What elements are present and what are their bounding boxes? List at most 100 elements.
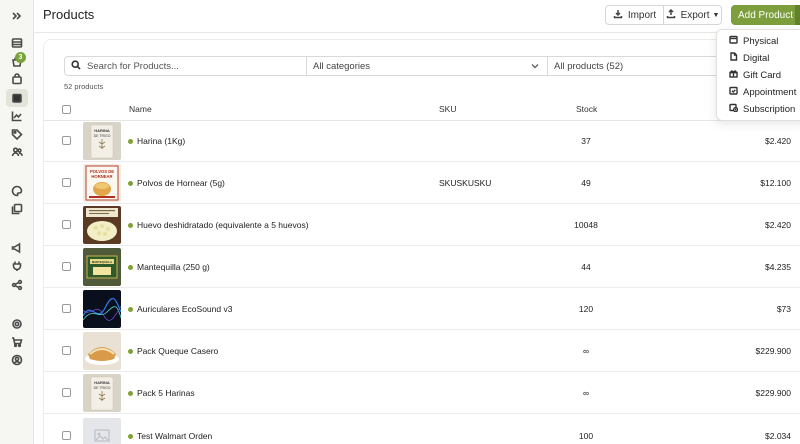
menu-item-subscription[interactable]: Subscription [729,102,795,116]
table-row[interactable]: Test Walmart Orden 100 $2.034 [43,414,800,444]
menu-item-label: Appointment [743,86,797,98]
menu-item-label: Gift Card [743,69,782,81]
product-price: $12.100 [760,178,791,188]
analytics-icon[interactable] [6,107,28,125]
row-checkbox[interactable] [62,178,71,187]
category-select[interactable]: All categories [306,56,548,76]
menu-item-physical[interactable]: Physical [729,34,778,48]
plug-icon[interactable] [6,257,28,275]
product-stock: ∞ [582,346,590,356]
search-icon [71,57,81,75]
product-name[interactable]: Test Walmart Orden [137,431,212,441]
add-product-button[interactable]: Add Product [731,5,800,25]
palette-icon[interactable] [6,182,28,200]
product-name[interactable]: Auriculares EcoSound v3 [137,304,232,314]
product-thumbnail[interactable] [83,206,121,244]
status-dot [128,181,133,186]
product-sku: SKUSKUSKU [439,178,492,188]
add-product-split[interactable] [795,5,800,25]
product-thumbnail[interactable]: HARINA DE TRIGO [83,122,121,160]
product-thumbnail[interactable] [83,290,121,328]
expand-icon[interactable] [6,7,28,25]
row-checkbox[interactable] [62,220,71,229]
bag-icon[interactable] [6,70,28,88]
product-thumbnail[interactable] [83,332,121,370]
product-name[interactable]: Polvos de Hornear (5g) [137,178,225,188]
mantequilla-label: MANTEQUILLA [92,260,112,264]
export-icon [666,8,676,22]
menu-item-appointment[interactable]: Appointment [729,85,796,99]
calendar-clock-icon [729,103,739,115]
row-checkbox[interactable] [62,304,71,313]
tag-icon[interactable] [6,125,28,143]
status-dot [128,434,133,439]
account-icon[interactable] [6,351,28,369]
add-product-menu: Physical Digital Gift Card Appointment S… [716,29,800,121]
search-box[interactable] [64,56,308,76]
product-thumbnail[interactable]: MANTEQUILLA [83,248,121,286]
product-thumbnail[interactable] [83,418,121,444]
import-icon [613,9,623,22]
column-header-stock[interactable]: Stock [576,104,597,114]
table-row[interactable]: POLVOS DE HORNEAR Polvos de Hornear (5g)… [43,162,800,204]
product-price: $4.235 [765,262,791,272]
select-all-checkbox[interactable] [62,105,71,114]
header-divider [34,32,800,33]
status-dot [128,307,133,312]
row-checkbox[interactable] [62,262,71,271]
pages-icon[interactable] [6,200,28,218]
chevron-down-icon: ▼ [712,11,720,19]
product-name[interactable]: Huevo deshidratado (equivalente a 5 huev… [137,220,309,230]
import-export-group: Import Export ▼ [605,5,722,25]
settings-icon[interactable] [6,315,28,333]
product-price: $229.900 [755,388,791,398]
status-dot [128,139,133,144]
table-row[interactable]: Pack Queque Casero ∞ $229.900 [43,330,800,372]
column-header-name[interactable]: Name [129,104,152,114]
export-label: Export [680,9,710,21]
table-row[interactable]: HARINA DE TRIGO Harina (1Kg) 37 $2.420 [43,120,800,162]
product-price: $2.420 [765,220,791,230]
product-name[interactable]: Mantequilla (250 g) [137,262,210,272]
product-stock: 120 [578,304,594,314]
column-header-sku[interactable]: SKU [439,104,456,114]
product-name[interactable]: Pack Queque Casero [137,346,218,356]
import-label: Import [627,9,657,21]
share-icon[interactable] [6,276,28,294]
products-filter-value: All products (52) [554,60,624,72]
harina-label-1: HARINA [94,128,110,133]
customers-icon[interactable] [6,143,28,161]
products-icon[interactable] [6,89,28,107]
table-row[interactable]: Huevo deshidratado (equivalente a 5 huev… [43,204,800,246]
product-stock: 10048 [574,220,598,230]
product-price: $73 [776,304,791,314]
search-input[interactable] [87,60,287,72]
menu-item-label: Digital [743,52,770,64]
product-thumbnail[interactable]: HARINA DE TRIGO [83,374,121,412]
product-name[interactable]: Harina (1Kg) [137,136,185,146]
import-button[interactable]: Import [606,6,663,24]
row-checkbox[interactable] [62,388,71,397]
table-row[interactable]: Auriculares EcoSound v3 120 $73 [43,288,800,330]
menu-item-digital[interactable]: Digital [729,51,769,65]
status-dot [128,349,133,354]
product-stock: 37 [581,136,591,146]
product-price: $2.034 [765,431,791,441]
cart-icon[interactable] [6,333,28,351]
status-dot [128,223,133,228]
menu-item-gift-card[interactable]: Gift Card [729,68,781,82]
megaphone-icon[interactable] [6,239,28,257]
row-checkbox[interactable] [62,431,71,440]
row-checkbox[interactable] [62,136,71,145]
product-price: $229.900 [755,346,791,356]
table-row[interactable]: MANTEQUILLA Mantequilla (250 g) 44 $4.23… [43,246,800,288]
product-thumbnail[interactable]: POLVOS DE HORNEAR [83,164,121,202]
product-name[interactable]: Pack 5 Harinas [137,388,195,398]
file-icon [729,52,738,64]
row-checkbox[interactable] [62,346,71,355]
harina-label-1: HARINA [94,380,110,385]
table-row[interactable]: HARINA DE TRIGO Pack 5 Harinas ∞ $229.90… [43,372,800,414]
harina-label-2: DE TRIGO [94,386,111,390]
export-button[interactable]: Export ▼ [663,6,721,24]
storefront-icon[interactable] [6,34,28,52]
